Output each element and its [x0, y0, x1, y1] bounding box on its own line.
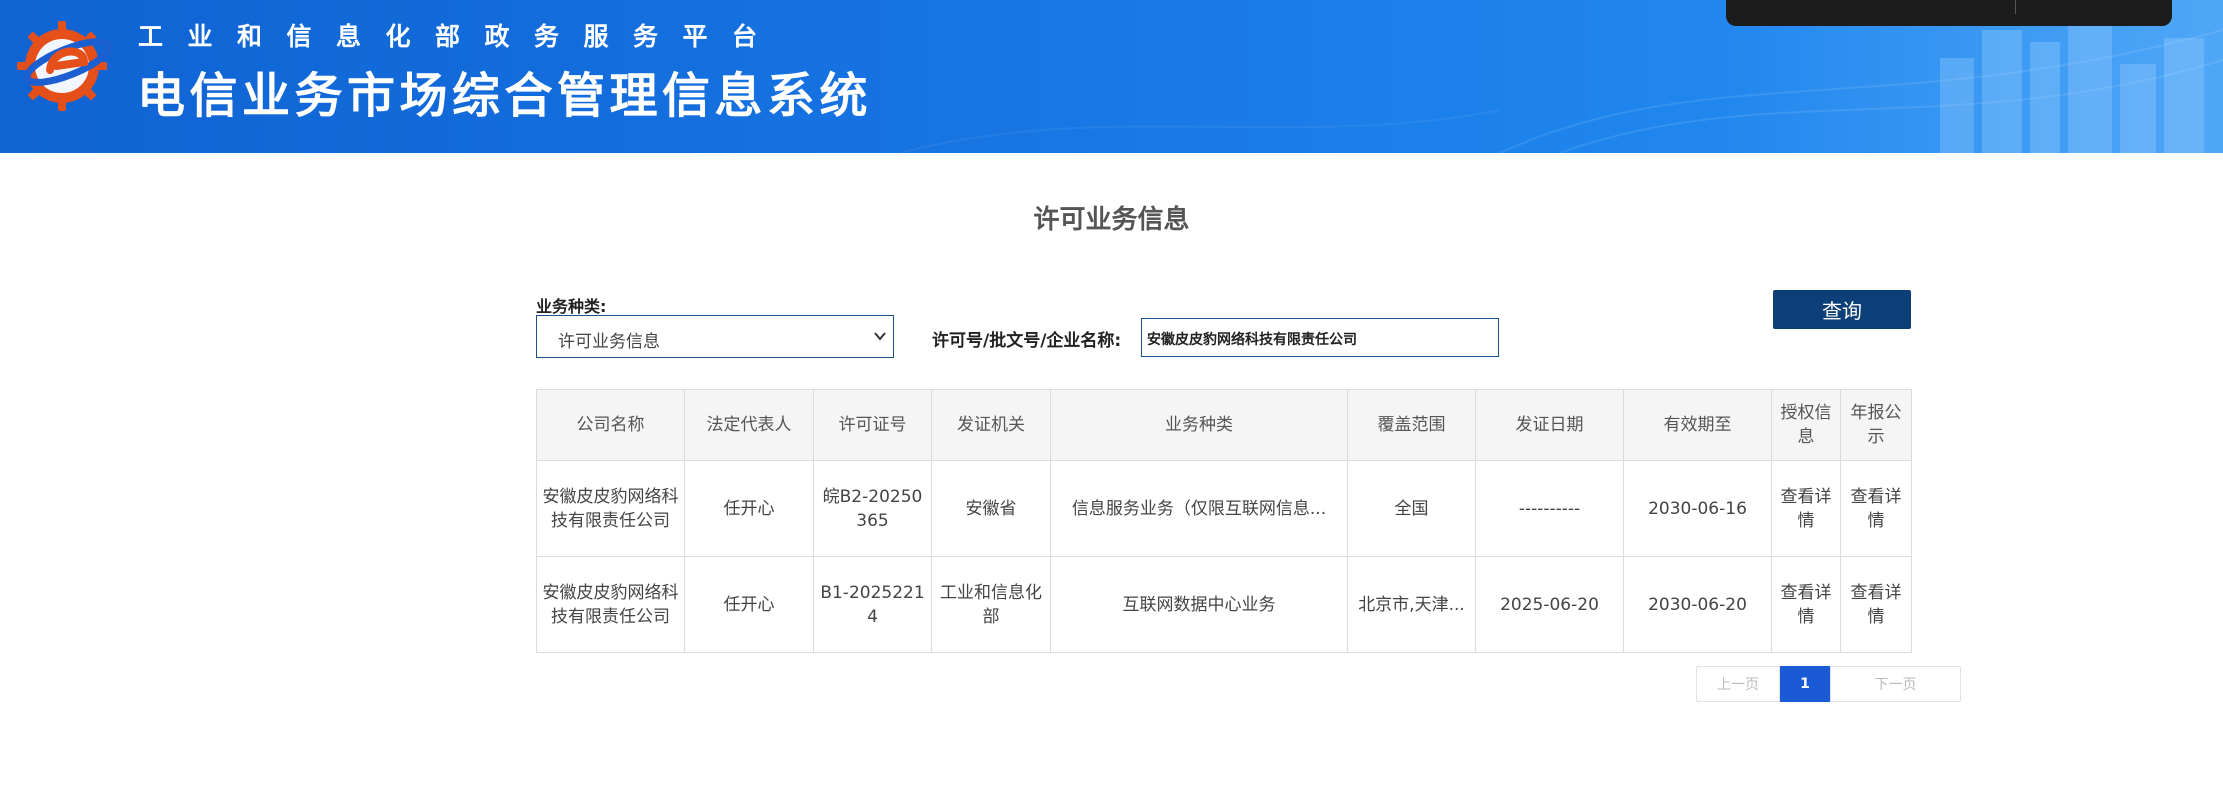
table-row: 安徽皮皮豹网络科技有限责任公司 任开心 B1-20252214 工业和信息化部 …: [536, 556, 1912, 653]
building-decoration: [1940, 58, 1974, 153]
table-row: 安徽皮皮豹网络科技有限责任公司 任开心 皖B2-20250365 安徽省 信息服…: [536, 460, 1912, 557]
cell-valid-until: 2030-06-16: [1623, 460, 1772, 557]
floating-toolbar-overlay[interactable]: ✕: [1726, 0, 2172, 26]
column-header-valid-until: 有效期至: [1623, 389, 1772, 461]
building-decoration: [2068, 18, 2112, 153]
building-decoration: [1982, 30, 2022, 153]
prev-page-button[interactable]: 上一页: [1696, 666, 1780, 702]
building-decoration: [2120, 64, 2156, 153]
platform-name: 工业和信息化部政务服务平台: [138, 22, 782, 51]
search-input-value: 安徽皮皮豹网络科技有限责任公司: [1147, 332, 1357, 348]
search-label: 许可号/批文号/企业名称:: [932, 331, 1122, 351]
cell-issuer: 安徽省: [931, 460, 1051, 557]
business-type-label: 业务种类:: [536, 297, 607, 316]
search-input[interactable]: 安徽皮皮豹网络科技有限责任公司: [1141, 318, 1499, 357]
column-header-annual-report: 年报公示: [1840, 389, 1912, 461]
column-header-auth-info: 授权信息: [1771, 389, 1841, 461]
cell-legal-rep: 任开心: [684, 556, 814, 653]
cell-company: 安徽皮皮豹网络科技有限责任公司: [536, 460, 685, 557]
cell-coverage: 全国: [1347, 460, 1476, 557]
cell-issuer: 工业和信息化部: [931, 556, 1051, 653]
page-number-current[interactable]: 1: [1780, 666, 1830, 702]
ministry-gear-logo-icon: [17, 21, 113, 111]
cell-coverage: 北京市,天津...: [1347, 556, 1476, 653]
query-button[interactable]: 查询: [1773, 290, 1911, 329]
toolbar-separator: [2015, 0, 2016, 14]
column-header-business-type: 业务种类: [1050, 389, 1348, 461]
cell-license-no: 皖B2-20250365: [813, 460, 932, 557]
business-type-value: 许可业务信息: [558, 332, 660, 352]
auth-info-details-link[interactable]: 查看详情: [1771, 460, 1841, 557]
building-decoration: [2164, 38, 2204, 153]
close-icon[interactable]: ✕: [2128, 0, 2141, 5]
results-table: 公司名称 法定代表人 许可证号 发证机关 业务种类 覆盖范围 发证日期 有效期至…: [536, 389, 1912, 653]
column-header-coverage: 覆盖范围: [1347, 389, 1476, 461]
business-type-select[interactable]: 许可业务信息: [536, 315, 894, 358]
cell-business-type: 信息服务业务（仅限互联网信息...: [1050, 460, 1348, 557]
cell-valid-until: 2030-06-20: [1623, 556, 1772, 653]
annual-report-details-link[interactable]: 查看详情: [1840, 556, 1912, 653]
column-header-legal-rep: 法定代表人: [684, 389, 814, 461]
column-header-issuer: 发证机关: [931, 389, 1051, 461]
chevron-down-icon: [874, 332, 886, 341]
column-header-license-no: 许可证号: [813, 389, 932, 461]
cell-legal-rep: 任开心: [684, 460, 814, 557]
auth-info-details-link[interactable]: 查看详情: [1771, 556, 1841, 653]
system-name: 电信业务市场综合管理信息系统: [137, 68, 873, 124]
cell-issue-date: ----------: [1475, 460, 1624, 557]
cell-issue-date: 2025-06-20: [1475, 556, 1624, 653]
cell-license-no: B1-20252214: [813, 556, 932, 653]
pagination: 上一页 1 下一页: [1696, 666, 1961, 702]
annual-report-details-link[interactable]: 查看详情: [1840, 460, 1912, 557]
table-header-row: 公司名称 法定代表人 许可证号 发证机关 业务种类 覆盖范围 发证日期 有效期至…: [536, 389, 1912, 461]
page-title: 许可业务信息: [1033, 205, 1190, 235]
column-header-issue-date: 发证日期: [1475, 389, 1624, 461]
cell-business-type: 互联网数据中心业务: [1050, 556, 1348, 653]
building-decoration: [2030, 42, 2060, 153]
cell-company: 安徽皮皮豹网络科技有限责任公司: [536, 556, 685, 653]
next-page-button[interactable]: 下一页: [1830, 666, 1961, 702]
column-header-company: 公司名称: [536, 389, 685, 461]
